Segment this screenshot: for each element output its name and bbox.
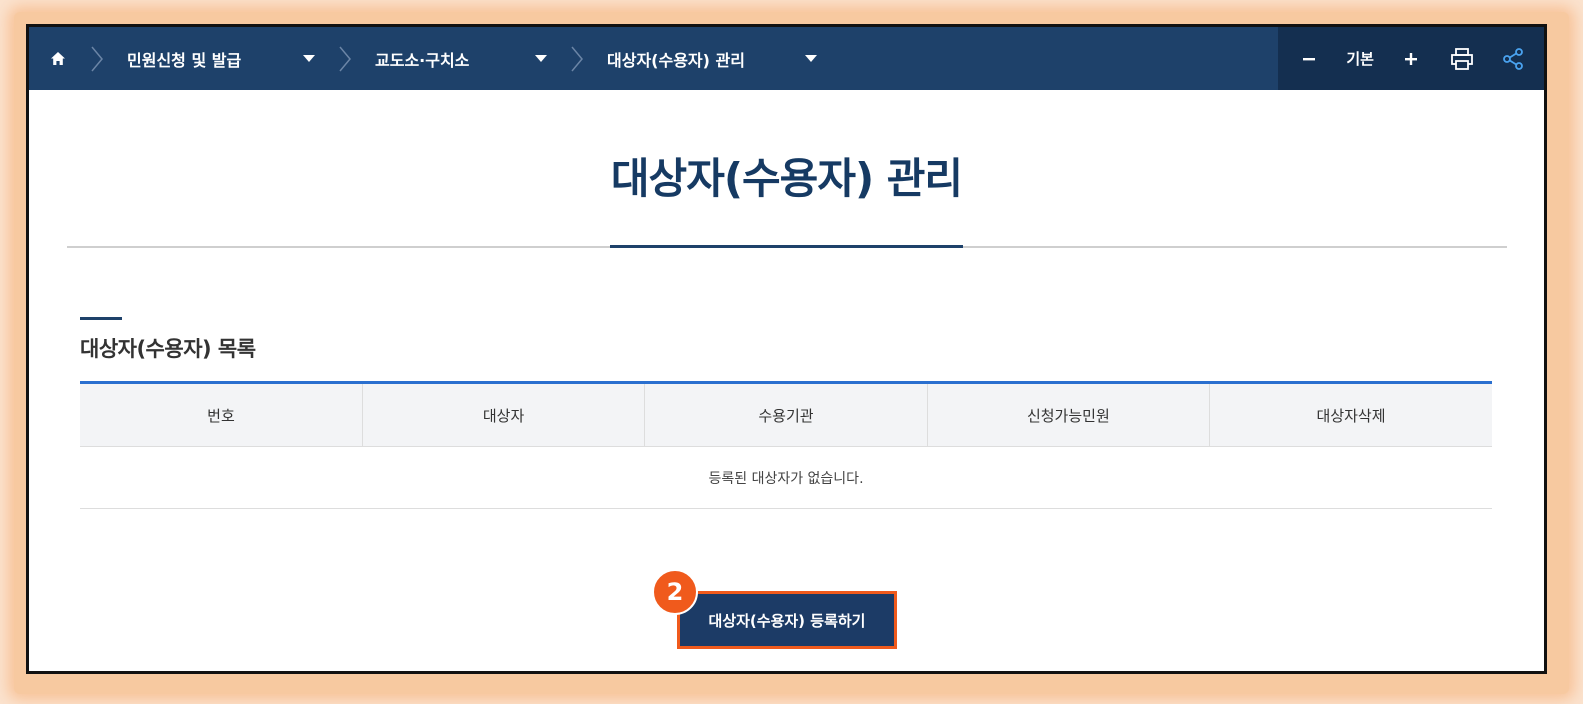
breadcrumb-item-civil-service[interactable]: 민원신청 및 발급 [107, 27, 335, 90]
step-badge: 2 [652, 569, 698, 615]
page-frame: 민원신청 및 발급 교도소·구치소 대상자(수용자) 관리 기본 대상자(수용자… [26, 24, 1547, 674]
caret-down-icon [535, 55, 547, 62]
zoom-level-label: 기본 [1346, 50, 1374, 68]
zoom-out-button[interactable] [1289, 27, 1329, 90]
print-button[interactable] [1442, 27, 1482, 90]
print-icon [1450, 47, 1473, 70]
chevron-right-icon [87, 27, 107, 90]
home-icon[interactable] [29, 27, 87, 90]
column-header-available-services: 신청가능민원 [927, 382, 1211, 447]
breadcrumb-label: 민원신청 및 발급 [127, 50, 242, 70]
column-header-number: 번호 [80, 382, 363, 447]
breadcrumb-item-inmate-management[interactable]: 대상자(수용자) 관리 [587, 27, 837, 90]
column-header-institution: 수용기관 [644, 382, 928, 447]
chevron-right-icon [335, 27, 355, 90]
title-divider-accent [610, 245, 963, 248]
page-title: 대상자(수용자) 관리 [610, 154, 963, 203]
section-marker [80, 317, 122, 320]
share-icon [1502, 47, 1523, 70]
caret-down-icon [303, 55, 315, 62]
breadcrumb-item-prison[interactable]: 교도소·구치소 [355, 27, 567, 90]
column-header-delete: 대상자삭제 [1209, 382, 1492, 447]
caret-down-icon [805, 55, 817, 62]
register-button-wrapper: 대상자(수용자) 등록하기 [677, 591, 897, 649]
section-title: 대상자(수용자) 목록 [80, 337, 256, 361]
share-button[interactable] [1493, 27, 1533, 90]
minus-icon [1303, 57, 1316, 60]
breadcrumb-label: 대상자(수용자) 관리 [607, 50, 745, 70]
inmate-list-table: 번호 대상자 수용기관 신청가능민원 대상자삭제 등록된 대상자가 없습니다. [80, 381, 1492, 509]
column-header-subject: 대상자 [362, 382, 646, 447]
breadcrumb-label: 교도소·구치소 [375, 50, 470, 70]
empty-message: 등록된 대상자가 없습니다. [80, 446, 1492, 509]
table-row: 등록된 대상자가 없습니다. [80, 446, 1492, 509]
zoom-in-button[interactable] [1391, 27, 1431, 90]
register-inmate-button[interactable]: 대상자(수용자) 등록하기 [677, 591, 897, 649]
table-header-row: 번호 대상자 수용기관 신청가능민원 대상자삭제 [80, 382, 1492, 447]
page-tools: 기본 [1278, 27, 1544, 90]
chevron-right-icon [567, 27, 587, 90]
top-navigation: 민원신청 및 발급 교도소·구치소 대상자(수용자) 관리 기본 [29, 27, 1544, 90]
plus-icon [1404, 52, 1417, 65]
